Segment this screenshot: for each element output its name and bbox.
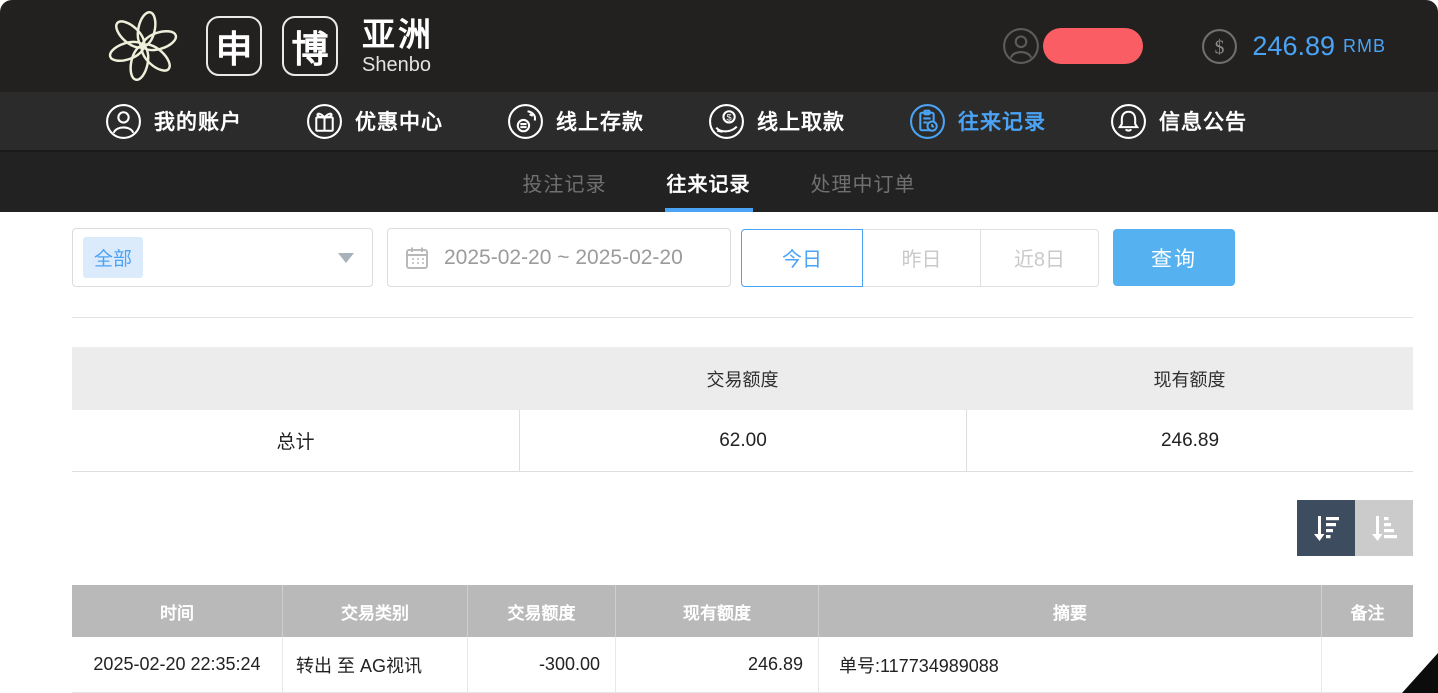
sort-descending-button[interactable] — [1297, 500, 1355, 556]
record-current-balance: 246.89 — [615, 637, 818, 692]
record-time: 2025-02-20 22:35:24 — [72, 637, 282, 692]
col-header-transaction-amount: 交易额度 — [467, 585, 615, 637]
nav-item-transaction-records[interactable]: 往来记录 — [909, 103, 1046, 140]
flower-logo-icon — [100, 5, 186, 87]
sub-tabs: 投注记录 往来记录 处理中订单 — [0, 152, 1438, 212]
summary-current-balance: 246.89 — [966, 410, 1413, 471]
col-header-summary: 摘要 — [818, 585, 1321, 637]
svg-text:$: $ — [1215, 37, 1225, 58]
selected-type-chip: 全部 — [83, 237, 143, 278]
record-remarks — [1321, 637, 1413, 692]
nav-label: 往来记录 — [958, 106, 1046, 136]
transaction-type-dropdown[interactable]: 全部 — [72, 228, 373, 287]
corner-overlay — [1402, 653, 1438, 693]
col-header-current-balance: 现有额度 — [615, 585, 818, 637]
withdraw-icon: $ — [708, 103, 745, 140]
logo-char-box: 博 — [282, 16, 338, 76]
nav-item-online-withdraw[interactable]: $ 线上取款 — [708, 103, 845, 140]
nav-item-my-account[interactable]: 我的账户 — [105, 103, 242, 140]
date-range-value: 2025-02-20 ~ 2025-02-20 — [444, 246, 683, 270]
tab-processing-orders[interactable]: 处理中订单 — [809, 152, 918, 212]
summary-header-current-balance: 现有额度 — [966, 347, 1413, 410]
nav-item-promotions[interactable]: 优惠中心 — [306, 103, 443, 140]
date-range-input[interactable]: 2025-02-20 ~ 2025-02-20 — [387, 228, 731, 287]
summary-header-transaction-amount: 交易额度 — [519, 347, 966, 410]
range-today-button[interactable]: 今日 — [741, 229, 863, 287]
nav-label: 线上存款 — [556, 106, 644, 136]
content-area: 全部 2025-02-20 ~ 2025-02-20 今日 昨日 近8日 查询 — [0, 228, 1438, 693]
balance-currency: RMB — [1343, 36, 1386, 57]
range-yesterday-button[interactable]: 昨日 — [863, 229, 981, 287]
top-header: 申 博 亚洲 Shenbo $ 246.89 RMB — [0, 0, 1438, 92]
col-header-time: 时间 — [72, 585, 282, 637]
logo-wordmark: 亚洲 Shenbo — [362, 18, 434, 75]
gift-icon — [306, 103, 343, 140]
chevron-down-icon — [338, 253, 354, 263]
nav-item-announcements[interactable]: 信息公告 — [1110, 103, 1247, 140]
record-summary: 单号:117734989088 — [818, 637, 1321, 692]
col-header-type: 交易类别 — [282, 585, 467, 637]
col-header-remarks: 备注 — [1321, 585, 1413, 637]
deposit-icon — [507, 103, 544, 140]
nav-label: 线上取款 — [757, 106, 845, 136]
transaction-records-page: 申 博 亚洲 Shenbo $ 246.89 RMB — [0, 0, 1438, 693]
main-nav: 我的账户 优惠中心 线上存款 $ — [0, 92, 1438, 152]
sort-ascending-button[interactable] — [1355, 500, 1413, 556]
summary-transaction-amount: 62.00 — [519, 410, 966, 471]
balance-amount: 246.89 — [1252, 31, 1335, 62]
summary-table: 交易额度 现有额度 总计 62.00 246.89 — [72, 347, 1413, 472]
calendar-icon — [404, 245, 430, 271]
nav-label: 我的账户 — [154, 106, 242, 136]
user-icon — [105, 103, 142, 140]
summary-header-empty — [72, 347, 519, 410]
sort-desc-icon — [1309, 511, 1343, 545]
header-account-area: $ 246.89 RMB — [1002, 27, 1386, 65]
records-icon — [909, 103, 946, 140]
records-table-header: 时间 交易类别 交易额度 现有额度 摘要 备注 — [72, 585, 1413, 637]
range-last8days-button[interactable]: 近8日 — [981, 229, 1099, 287]
logo-latin-text: Shenbo — [362, 55, 434, 75]
tab-transaction-records[interactable]: 往来记录 — [665, 152, 753, 212]
brand-logo[interactable]: 申 博 亚洲 Shenbo — [100, 5, 434, 87]
tab-betting-records[interactable]: 投注记录 — [521, 152, 609, 212]
query-button[interactable]: 查询 — [1113, 229, 1235, 286]
nav-label: 优惠中心 — [355, 106, 443, 136]
quick-range-group: 今日 昨日 近8日 — [741, 229, 1099, 287]
section-divider — [72, 317, 1413, 318]
records-table: 时间 交易类别 交易额度 现有额度 摘要 备注 2025-02-20 22:35… — [72, 585, 1413, 693]
nav-item-online-deposit[interactable]: 线上存款 — [507, 103, 644, 140]
sort-asc-icon — [1367, 511, 1401, 545]
summary-table-header: 交易额度 现有额度 — [72, 347, 1413, 410]
svg-text:$: $ — [726, 112, 731, 122]
filter-row: 全部 2025-02-20 ~ 2025-02-20 今日 昨日 近8日 查询 — [72, 228, 1413, 287]
dollar-coin-icon: $ — [1201, 28, 1238, 65]
logo-char-box: 申 — [206, 16, 262, 76]
nav-label: 信息公告 — [1159, 106, 1247, 136]
avatar-icon[interactable] — [1002, 27, 1040, 65]
summary-total-row: 总计 62.00 246.89 — [72, 410, 1413, 472]
record-type: 转出 至 AG视讯 — [282, 637, 467, 692]
table-row: 2025-02-20 22:35:24 转出 至 AG视讯 -300.00 24… — [72, 637, 1413, 693]
username-redacted-pill[interactable] — [1043, 28, 1143, 64]
bell-icon — [1110, 103, 1147, 140]
summary-total-label: 总计 — [72, 410, 519, 471]
logo-region-text: 亚洲 — [362, 18, 434, 51]
record-transaction-amount: -300.00 — [467, 637, 615, 692]
sort-controls — [72, 500, 1413, 556]
